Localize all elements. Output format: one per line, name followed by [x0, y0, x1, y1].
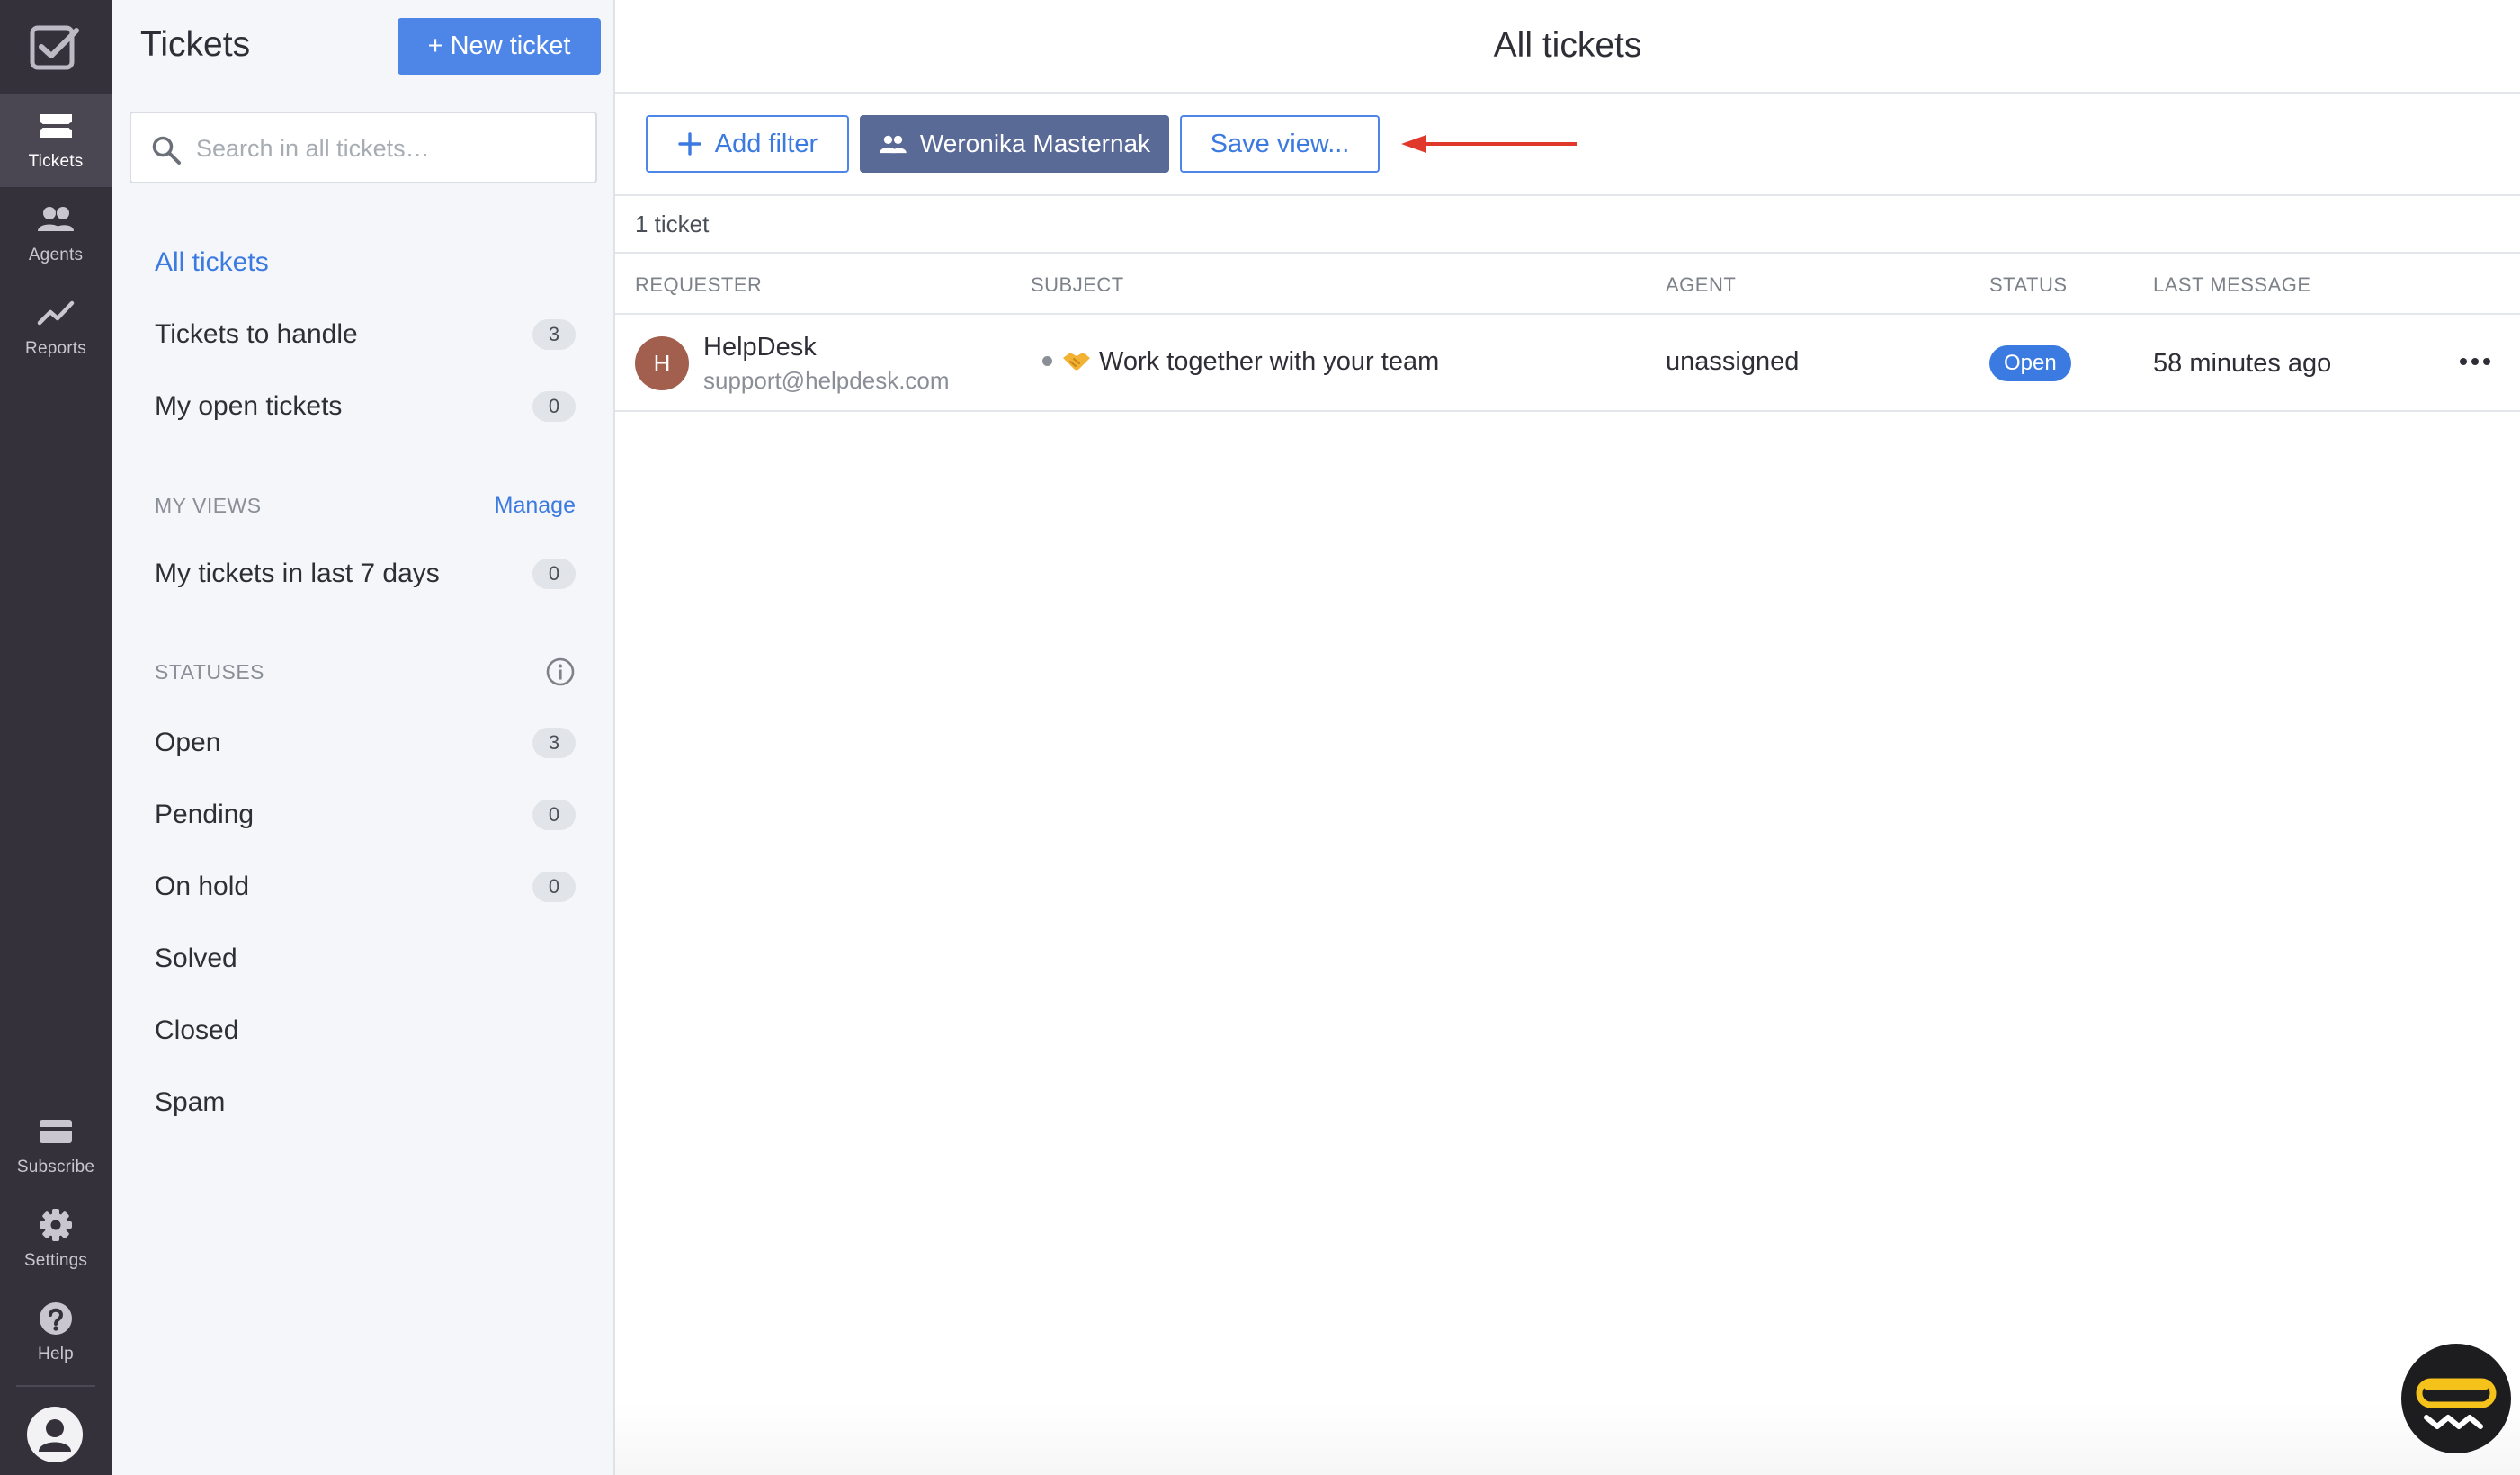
add-filter-label: Add filter: [714, 129, 818, 158]
sidebar-item-status-pending[interactable]: Pending 0: [155, 788, 576, 842]
sidebar-item-tickets-to-handle[interactable]: Tickets to handle 3: [155, 308, 576, 362]
sidebar-item-my-tickets-last-7-days[interactable]: My tickets in last 7 days 0: [155, 547, 576, 601]
unread-dot: [1042, 356, 1052, 366]
app-logo-icon[interactable]: [30, 25, 80, 70]
sidebar-item-label: Spam: [155, 1087, 226, 1117]
manage-views-link[interactable]: Manage: [495, 493, 576, 519]
count-badge: 0: [532, 872, 576, 902]
help-icon: [40, 1302, 72, 1335]
icon-rail: Tickets Agents Reports Subscribe Setting…: [0, 0, 112, 1475]
agent-filter-label: Weronika Masternak: [919, 130, 1151, 157]
requester-avatar: H: [635, 336, 689, 390]
ticket-icon: [40, 114, 72, 138]
count-badge: 3: [532, 728, 576, 758]
ticket-agent: unassigned: [1666, 347, 1800, 376]
statuses-header: STATUSES: [155, 657, 576, 687]
reports-icon: [37, 300, 75, 326]
sidebar-item-label: My tickets in last 7 days: [155, 559, 440, 588]
save-view-button[interactable]: Save view...: [1180, 115, 1380, 173]
sidebar-item-status-spam[interactable]: Spam: [155, 1076, 576, 1130]
ticket-count: 1 ticket: [615, 196, 2520, 254]
new-ticket-button[interactable]: + New ticket: [398, 18, 601, 75]
info-icon[interactable]: [545, 657, 576, 687]
user-avatar[interactable]: [27, 1407, 83, 1462]
card-icon: [40, 1120, 72, 1143]
sidebar-item-status-on-hold[interactable]: On hold 0: [155, 860, 576, 914]
sidebar-item-label: My open tickets: [155, 391, 343, 421]
my-views-header: MY VIEWS Manage: [155, 493, 576, 519]
sidebar-item-status-open[interactable]: Open 3: [155, 716, 576, 770]
column-header-requester[interactable]: REQUESTER: [635, 273, 762, 297]
rail-item-reports[interactable]: Reports: [0, 281, 112, 374]
search-icon: [152, 136, 181, 165]
rail-item-subscribe[interactable]: Subscribe: [0, 1099, 112, 1193]
annotation-arrow-icon: [1401, 135, 1577, 153]
sidebar-title: Tickets: [140, 25, 251, 64]
agents-icon: [38, 207, 74, 231]
bottom-fade: [615, 1403, 2520, 1475]
statuses-heading: STATUSES: [155, 659, 264, 684]
status-badge: Open: [1989, 345, 2071, 381]
count-badge: 0: [532, 391, 576, 422]
sidebar-item-label: Closed: [155, 1015, 239, 1045]
sidebar-item-all-tickets[interactable]: All tickets: [155, 236, 576, 290]
last-message-time: 58 minutes ago: [2153, 349, 2332, 378]
rail-item-label: Help: [38, 1345, 74, 1363]
search-input[interactable]: [196, 126, 583, 171]
handshake-icon: [1063, 353, 1090, 371]
table-row[interactable]: H HelpDesk support@helpdesk.com Work tog…: [615, 315, 2520, 412]
requester-email: support@helpdesk.com: [703, 367, 950, 394]
count-badge: 0: [532, 800, 576, 830]
plus-icon: [678, 132, 701, 156]
save-view-label: Save view...: [1210, 129, 1350, 158]
count-badge: 3: [532, 319, 576, 350]
rail-item-label: Settings: [23, 1251, 88, 1270]
rail-item-label: Agents: [28, 246, 84, 264]
rail-item-agents[interactable]: Agents: [0, 187, 112, 281]
rail-item-tickets[interactable]: Tickets: [0, 94, 112, 187]
count-badge: 0: [532, 559, 576, 589]
agent-filter-chip[interactable]: Weronika Masternak: [860, 115, 1169, 173]
main-panel: All tickets Add filter Weronika Masterna…: [615, 0, 2520, 1475]
rail-divider: [16, 1385, 95, 1387]
add-filter-button[interactable]: Add filter: [646, 115, 849, 173]
rail-item-label: Reports: [25, 339, 86, 358]
rail-item-help[interactable]: Help: [0, 1286, 112, 1380]
ticket-subject: Work together with your team: [1099, 347, 1440, 376]
search-box[interactable]: [130, 112, 597, 183]
sidebar-item-label: Tickets to handle: [155, 319, 358, 349]
sidebar-item-label: Solved: [155, 943, 237, 973]
sidebar-item-label: Pending: [155, 800, 255, 829]
sidebar-item-status-closed[interactable]: Closed: [155, 1004, 576, 1058]
page-title: All tickets: [615, 0, 2520, 94]
user-icon: [39, 1419, 71, 1452]
column-header-last-message[interactable]: LAST MESSAGE: [2153, 273, 2311, 297]
sidebar-item-status-solved[interactable]: Solved: [155, 932, 576, 986]
column-header-agent[interactable]: AGENT: [1666, 273, 1736, 297]
rail-item-label: Tickets: [28, 152, 84, 171]
column-header-status[interactable]: STATUS: [1989, 273, 2068, 297]
my-views-heading: MY VIEWS: [155, 494, 262, 517]
agents-icon: [880, 135, 907, 154]
requester-name: HelpDesk: [703, 333, 817, 362]
filter-toolbar: Add filter Weronika Masternak Save view.…: [615, 94, 2520, 196]
sidebar-item-my-open-tickets[interactable]: My open tickets 0: [155, 380, 576, 434]
table-header: REQUESTER SUBJECT AGENT STATUS LAST MESS…: [615, 254, 2520, 315]
tickets-sidebar: Tickets + New ticket All tickets Tickets…: [112, 0, 615, 1475]
more-options-icon[interactable]: [2455, 342, 2495, 381]
rail-item-label: Subscribe: [16, 1158, 95, 1176]
chat-widget-button[interactable]: [2401, 1344, 2511, 1453]
sidebar-item-label: Open: [155, 728, 221, 757]
sidebar-item-label: All tickets: [155, 247, 269, 277]
gear-icon: [40, 1209, 72, 1241]
chat-widget-icon: [2416, 1378, 2497, 1429]
rail-item-settings[interactable]: Settings: [0, 1193, 112, 1286]
sidebar-item-label: On hold: [155, 872, 250, 901]
column-header-subject[interactable]: SUBJECT: [1031, 273, 1124, 297]
